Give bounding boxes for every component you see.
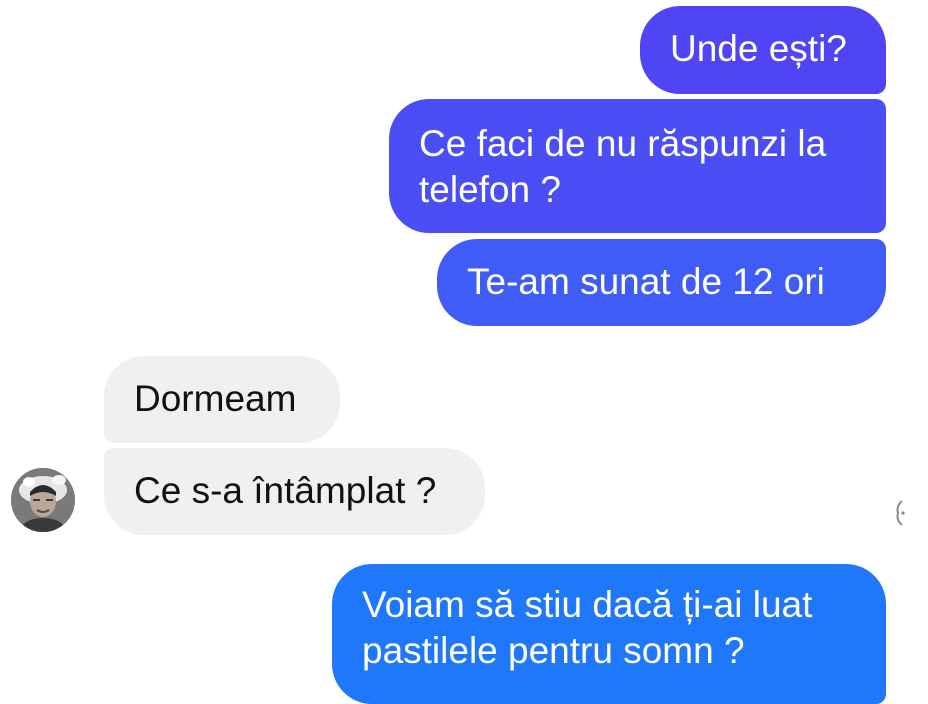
message-bubble-incoming[interactable]: Ce s-a întâmplat ? — [104, 448, 485, 535]
drag-handle-icon — [896, 500, 905, 526]
scroll-handle-icon[interactable] — [893, 498, 907, 528]
contact-avatar[interactable] — [11, 468, 75, 532]
message-bubble-outgoing[interactable]: Te-am sunat de 12 ori — [437, 239, 886, 326]
user-avatar-icon — [11, 468, 75, 532]
message-bubble-outgoing[interactable]: Unde ești? — [640, 6, 886, 94]
message-bubble-outgoing[interactable]: Ce faci de nu răspunzi la telefon ? — [389, 99, 886, 233]
message-bubble-outgoing[interactable]: Voiam să stiu dacă ți-ai luat pastilele … — [332, 564, 886, 704]
message-bubble-incoming[interactable]: Dormeam — [104, 356, 340, 443]
